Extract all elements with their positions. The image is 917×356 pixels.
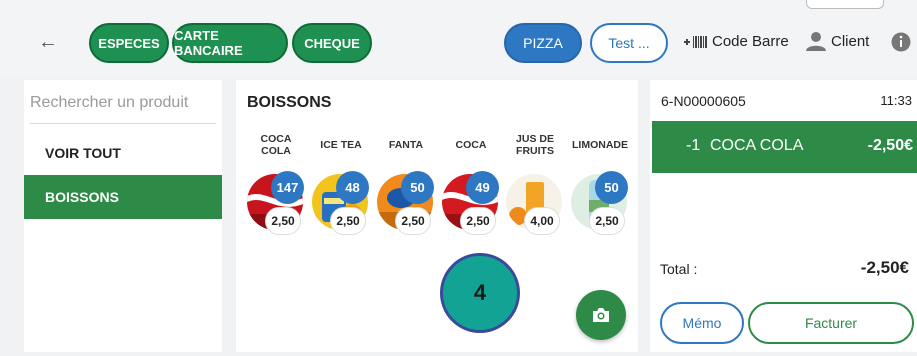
info-button[interactable]: [891, 32, 911, 52]
back-button[interactable]: ←: [36, 30, 60, 54]
product-name: COCA COLA: [260, 133, 292, 157]
total-label: Total :: [660, 261, 698, 277]
category-pizza-button[interactable]: PIZZA: [504, 23, 582, 63]
product-card[interactable]: COCA COLA 147 2,50: [245, 130, 307, 242]
order-time: 11:33: [880, 93, 912, 108]
product-name: COCA: [455, 139, 487, 151]
product-card[interactable]: JUS DE FRUITS 4,00: [504, 130, 566, 242]
product-name: LIMONADE: [572, 139, 628, 151]
section-title: BOISSONS: [247, 94, 332, 111]
barcode-icon: [684, 35, 707, 48]
line-price: -2,50€: [867, 137, 913, 154]
client-button[interactable]: Client: [805, 30, 869, 52]
price-badge: 2,50: [395, 207, 431, 235]
stock-badge: 48: [336, 171, 369, 204]
stock-badge: 50: [595, 171, 628, 204]
category-test-button[interactable]: Test ...: [590, 23, 668, 63]
product-name: FANTA: [388, 139, 424, 151]
product-name: ICE TEA: [320, 139, 362, 151]
line-quantity: -1: [686, 137, 701, 154]
memo-button[interactable]: Mémo: [660, 302, 744, 344]
payment-cheque-button[interactable]: CHEQUE: [292, 23, 372, 63]
category-sidebar: Rechercher un produit VOIR TOUT BOISSONS: [24, 80, 222, 352]
price-badge: 2,50: [460, 207, 496, 235]
barcode-button[interactable]: Code Barre: [684, 33, 789, 50]
product-card[interactable]: ICE TEA 48 2,50: [310, 130, 372, 242]
product-card[interactable]: FANTA 50 2,50: [375, 130, 437, 242]
sidebar-item-voir-tout[interactable]: VOIR TOUT: [24, 131, 222, 175]
price-badge: 2,50: [265, 207, 301, 235]
stock-badge: 49: [466, 171, 499, 204]
stock-badge: 147: [271, 171, 304, 204]
total-value: -2,50€: [860, 258, 909, 277]
sidebar-item-boissons[interactable]: BOISSONS: [24, 175, 222, 219]
product-card[interactable]: COCA 49 2,50: [440, 130, 502, 242]
arrow-left-icon: ←: [38, 31, 58, 53]
top-bar: ← ESPECES CARTE BANCAIRE CHEQUE PIZZA Te…: [0, 0, 917, 78]
invoice-button[interactable]: Facturer: [748, 302, 914, 344]
line-product-name: COCA COLA: [710, 137, 804, 154]
price-badge: 2,50: [330, 207, 366, 235]
payment-especes-button[interactable]: ESPECES: [89, 23, 169, 63]
product-name: JUS DE FRUITS: [516, 133, 554, 157]
payment-carte-bancaire-button[interactable]: CARTE BANCAIRE: [172, 23, 288, 63]
order-panel: 6-N00000605 11:33 -1 COCA COLA -2,50€ To…: [650, 80, 917, 352]
product-card[interactable]: LIMONADE 50 2,50: [569, 130, 631, 242]
person-icon: [806, 32, 826, 51]
price-badge: 2,50: [589, 207, 625, 235]
camera-button[interactable]: [576, 290, 626, 340]
order-line[interactable]: -1 COCA COLA -2,50€: [652, 121, 917, 173]
search-input[interactable]: Rechercher un produit: [30, 94, 216, 124]
order-id: 6-N00000605: [661, 93, 746, 109]
camera-icon: [593, 308, 609, 322]
step-marker: 4: [440, 253, 520, 333]
price-badge: 4,00: [524, 207, 560, 235]
top-edge-tab: [806, 0, 884, 9]
info-icon: [891, 32, 911, 52]
stock-badge: 50: [401, 171, 434, 204]
